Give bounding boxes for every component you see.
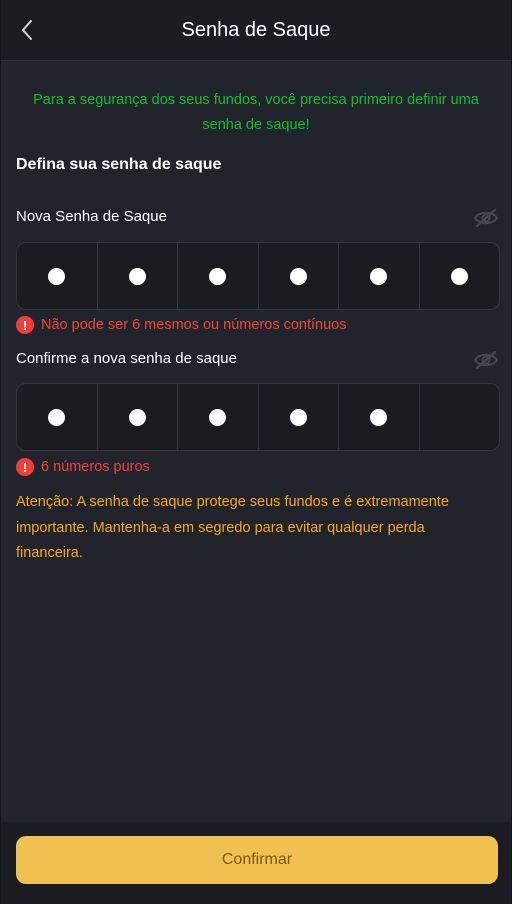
pin-digit-cell[interactable] — [98, 243, 178, 309]
pin-digit-cell[interactable] — [178, 243, 259, 309]
pin-dot — [128, 267, 146, 285]
pin-digit-cell[interactable] — [420, 384, 500, 450]
confirm-password-visibility-toggle[interactable] — [473, 349, 499, 371]
withdraw-password-page: Senha de Saque Para a segurança dos seus… — [0, 0, 512, 904]
pin-dot — [289, 408, 307, 426]
confirm-button[interactable]: Confirmar — [16, 836, 498, 884]
eye-off-icon — [473, 208, 499, 228]
pin-digit-cell[interactable] — [420, 243, 500, 309]
security-warning: Atenção: A senha de saque protege seus f… — [16, 494, 449, 561]
exclamation-icon: ! — [16, 458, 34, 476]
section-title: Defina sua senha de saque — [16, 156, 222, 173]
pin-digit-cell[interactable] — [17, 243, 98, 309]
pin-digit-cell[interactable] — [17, 384, 98, 450]
pin-dot — [289, 267, 307, 285]
pin-digit-cell[interactable] — [339, 243, 420, 309]
new-password-error-text: Não pode ser 6 mesmos ou números contínu… — [41, 317, 347, 333]
confirm-password-label: Confirme a nova senha de saque — [16, 350, 237, 367]
new-password-error: ! Não pode ser 6 mesmos ou números contí… — [16, 316, 346, 334]
pin-digit-cell[interactable] — [98, 384, 178, 450]
back-button[interactable] — [13, 15, 41, 45]
pin-digit-cell[interactable] — [178, 384, 259, 450]
pin-digit-cell[interactable] — [259, 384, 339, 450]
pin-dot — [209, 408, 227, 426]
new-password-pin-input[interactable] — [16, 242, 500, 310]
pin-digit-cell[interactable] — [259, 243, 339, 309]
pin-dot — [128, 408, 146, 426]
eye-off-icon — [473, 350, 499, 370]
header-bar: Senha de Saque — [1, 0, 511, 61]
pin-dot — [450, 267, 468, 285]
confirm-password-error: ! 6 números puros — [16, 458, 150, 476]
chevron-left-icon — [22, 20, 32, 40]
pin-dot — [48, 408, 66, 426]
confirm-password-error-text: 6 números puros — [41, 459, 150, 475]
pin-digit-cell[interactable] — [339, 384, 420, 450]
new-password-visibility-toggle[interactable] — [473, 207, 499, 229]
page-title: Senha de Saque — [181, 18, 331, 41]
pin-dot — [48, 267, 66, 285]
exclamation-icon: ! — [16, 316, 34, 334]
confirm-password-pin-input[interactable] — [16, 383, 500, 451]
pin-dot — [370, 267, 388, 285]
new-password-label: Nova Senha de Saque — [16, 208, 167, 225]
security-notice: Para a segurança dos seus fundos, você p… — [33, 92, 479, 133]
pin-dot — [209, 267, 227, 285]
footer-bar: Confirmar — [1, 822, 511, 904]
pin-dot — [370, 408, 388, 426]
